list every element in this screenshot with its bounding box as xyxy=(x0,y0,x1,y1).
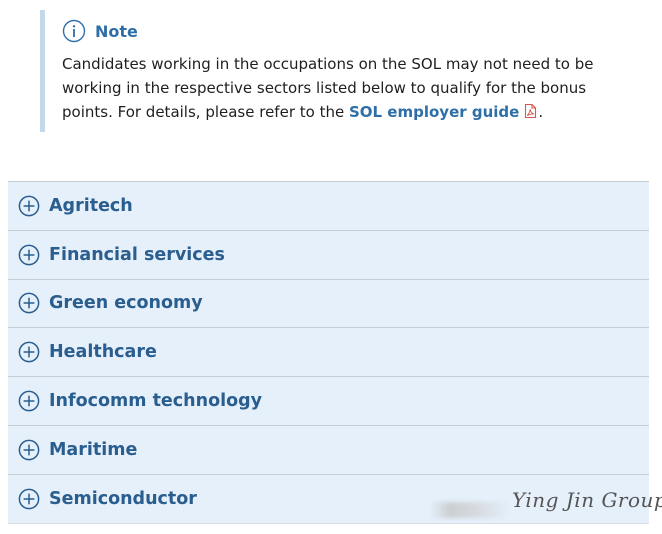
note-header: Note xyxy=(62,19,630,43)
plus-circle-icon xyxy=(18,488,40,510)
plus-circle-icon xyxy=(18,439,40,461)
sector-accordion: Agritech Financial services Green econom… xyxy=(8,181,649,524)
accordion-item-label: Infocomm technology xyxy=(49,391,263,412)
plus-circle-icon xyxy=(18,292,40,314)
sol-employer-guide-label: SOL employer guide xyxy=(348,103,520,121)
watermark: Ying Jin Group xyxy=(430,488,662,528)
note-title: Note xyxy=(95,21,138,41)
accordion-item-maritime[interactable]: Maritime xyxy=(8,425,649,475)
accordion-item-label: Semiconductor xyxy=(49,488,197,509)
note-body: Candidates working in the occupations on… xyxy=(62,52,622,124)
plus-circle-icon xyxy=(18,341,40,363)
plus-circle-icon xyxy=(18,244,40,266)
accordion-item-label: Agritech xyxy=(49,195,133,216)
accordion-item-agritech[interactable]: Agritech xyxy=(8,182,649,231)
accordion-item-financial-services[interactable]: Financial services xyxy=(8,230,649,280)
accordion-item-label: Green economy xyxy=(49,293,203,314)
plus-circle-icon xyxy=(18,195,40,217)
info-circle-icon xyxy=(62,19,86,43)
accordion-item-infocomm-technology[interactable]: Infocomm technology xyxy=(8,377,649,426)
plus-circle-icon xyxy=(18,390,40,412)
pdf-file-icon xyxy=(523,102,538,119)
sol-employer-guide-link[interactable]: SOL employer guide xyxy=(349,103,538,121)
note-callout: Note Candidates working in the occupatio… xyxy=(40,10,630,132)
page: Note Candidates working in the occupatio… xyxy=(0,0,662,534)
watermark-text: Ying Jin Group xyxy=(512,488,662,512)
accordion-item-healthcare[interactable]: Healthcare xyxy=(8,328,649,378)
note-text-end: . xyxy=(538,103,544,121)
accordion-item-label: Healthcare xyxy=(49,342,157,363)
accordion-item-green-economy[interactable]: Green economy xyxy=(8,279,649,329)
accordion-item-label: Maritime xyxy=(49,439,138,460)
accordion-item-label: Financial services xyxy=(49,244,225,265)
watermark-blur xyxy=(430,502,510,518)
